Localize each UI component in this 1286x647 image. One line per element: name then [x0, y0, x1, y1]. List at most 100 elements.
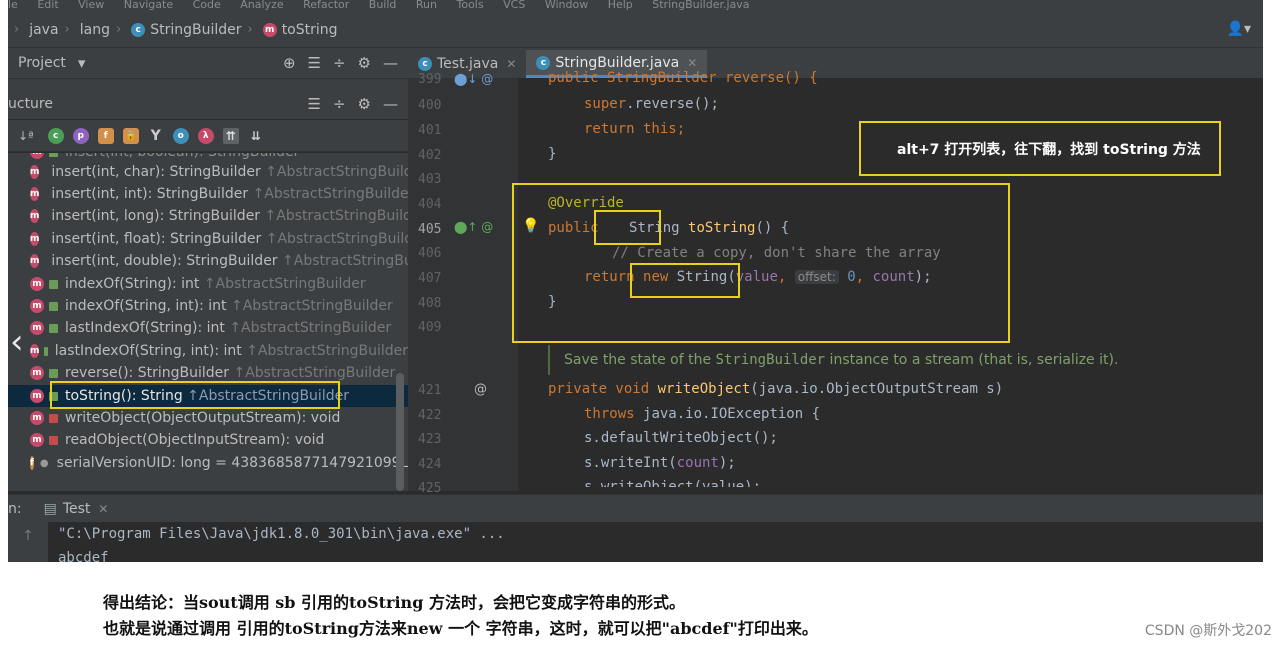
list-item[interactable]: m indexOf(String, int): int ↑AbstractStri… — [8, 295, 408, 317]
list-item[interactable]: m insert(int, float): StringBuilder ↑Abst… — [8, 228, 408, 250]
list-item[interactable]: m insert(int, long): StringBuilder ↑Abstr… — [8, 205, 408, 227]
minimize-icon[interactable]: — — [383, 54, 398, 72]
method-icon: m — [30, 321, 44, 335]
list-item-label: lastIndexOf(String): int — [65, 320, 225, 336]
menu-item[interactable]: Run — [416, 0, 437, 11]
watermark: CSDN @斯外戈202 — [1144, 623, 1272, 639]
public-icon — [49, 279, 58, 289]
class-icon: c — [131, 22, 146, 37]
code-text: (java.io.ObjectOutputStream s) — [750, 381, 1004, 397]
line-number: 408 — [418, 296, 442, 311]
menu-item[interactable]: Analyze — [240, 0, 283, 11]
breadcrumb-item-java[interactable]: java › — [29, 22, 70, 38]
panel-gap — [8, 79, 408, 89]
tab-run-test[interactable]: Test — [63, 501, 91, 517]
anonymous-classes-icon[interactable]: o — [172, 127, 189, 144]
override-gutter-icon[interactable]: ⬤↓ @ — [454, 72, 493, 86]
structure-panel-label: ucture — [8, 96, 53, 112]
minimize-icon[interactable]: — — [383, 95, 398, 113]
menu-item[interactable]: Window — [545, 0, 588, 11]
tostring-method-highlight — [512, 183, 1010, 343]
line-number: 400 — [418, 98, 442, 113]
breadcrumb-item-tostring[interactable]: m toString — [262, 21, 338, 38]
doc-text: StringBuilder — [715, 352, 826, 368]
list-item[interactable]: m lastIndexOf(String, int): int ↑Abstract… — [8, 340, 408, 362]
menu-item[interactable]: Refactor — [303, 0, 349, 11]
menu-item[interactable]: View — [78, 0, 104, 11]
public-icon — [49, 368, 58, 378]
chevron-right-icon: › — [247, 22, 253, 37]
expand-all-icon[interactable]: ☰ — [308, 95, 321, 113]
show-fields-icon[interactable]: f — [97, 127, 114, 144]
list-item-label: insert(int, int): StringBuilder — [51, 186, 249, 202]
run-console[interactable]: ↑ "C:\Program Files\Java\jdk1.8.0_301\bi… — [8, 522, 1263, 562]
chevron-left-icon[interactable]: ‹ — [10, 322, 24, 362]
public-icon — [49, 301, 58, 311]
menu-item[interactable]: Code — [193, 0, 221, 11]
list-item-label: readObject(ObjectInputStream): void — [65, 432, 325, 448]
project-panel-label[interactable]: Project — [18, 55, 66, 71]
line-number: 399 — [418, 72, 442, 87]
expand-all-icon[interactable]: ☰ — [308, 54, 321, 72]
list-item[interactable]: m insert(int, char): StringBuilder ↑Abstr… — [8, 161, 408, 183]
menu-item[interactable]: Navigate — [124, 0, 173, 11]
close-icon[interactable]: ✕ — [98, 502, 108, 516]
menu-item[interactable]: Edit — [37, 0, 58, 11]
gear-icon[interactable]: ⚙ — [358, 95, 371, 113]
lambdas-icon[interactable]: λ — [197, 127, 214, 144]
method-icon: m — [30, 366, 44, 380]
list-item[interactable]: m writeObject(ObjectOutputStream): void — [8, 407, 408, 429]
breadcrumb-item-stringbuilder[interactable]: c StringBuilder › — [131, 22, 253, 38]
line-number: 423 — [418, 432, 442, 447]
sort-alpha-icon[interactable]: ↓ª — [18, 129, 34, 143]
field-icon: f — [30, 456, 34, 470]
structure-panel-header: ucture ☰ ÷ ⚙ — — [8, 89, 408, 119]
line-number: 404 — [418, 197, 442, 212]
method-icon: m — [30, 411, 44, 425]
show-non-public-icon[interactable]: 🔒 — [122, 127, 139, 144]
menu-item[interactable]: le — [8, 0, 18, 11]
menu-item[interactable]: VCS — [503, 0, 525, 11]
line-number: 401 — [418, 123, 442, 138]
chevron-down-icon[interactable]: ▾ — [78, 54, 86, 72]
run-panel-prefix: n: — [8, 501, 22, 517]
ide-screenshot: le Edit View Navigate Code Analyze Refac… — [8, 0, 1263, 562]
close-icon[interactable]: ✕ — [506, 57, 516, 71]
private-lock-icon — [49, 413, 58, 423]
visibility-filter-icon[interactable]: c — [47, 127, 64, 144]
list-item-label: insert(int, float): StringBuilder — [51, 231, 262, 247]
inherited-from: ↑AbstractStringBuilder — [252, 186, 408, 202]
line-number: 406 — [418, 246, 442, 261]
list-item[interactable]: f ● serialVersionUID: long = 4383685877147… — [8, 452, 408, 474]
menu-item[interactable]: Build — [369, 0, 397, 11]
list-item[interactable]: m indexOf(String): int ↑AbstractStringBui… — [8, 273, 408, 295]
autoscroll-from-source-icon[interactable]: ⇊ — [248, 128, 264, 144]
menu-item[interactable]: Help — [608, 0, 633, 11]
tab-label: Test.java — [437, 56, 499, 72]
code-text: count — [676, 455, 719, 471]
menu-item[interactable]: Tools — [457, 0, 484, 11]
close-icon[interactable]: ✕ — [687, 56, 697, 70]
breadcrumb-label: StringBuilder — [150, 21, 242, 38]
list-item[interactable]: m insert(int, double): StringBuilder ↑Abs… — [8, 250, 408, 272]
show-properties-icon[interactable]: p — [72, 127, 89, 144]
list-item[interactable]: m lastIndexOf(String): int ↑AbstractStrin… — [8, 317, 408, 339]
overrides-gutter-icon[interactable]: ⬤↑ @ — [454, 220, 493, 234]
breadcrumb-item-lang[interactable]: lang › — [80, 22, 121, 38]
autoscroll-to-source-icon[interactable]: ⇈ — [222, 127, 239, 144]
gear-icon[interactable]: ⚙ — [358, 54, 371, 72]
rerun-icon[interactable]: ↑ — [8, 522, 48, 562]
line-number: 421 — [418, 383, 442, 398]
breadcrumb-label: toString — [281, 21, 338, 38]
list-item[interactable]: m readObject(ObjectInputStream): void — [8, 429, 408, 451]
collapse-all-icon[interactable]: ÷ — [333, 95, 346, 113]
menu-bar: le Edit View Navigate Code Analyze Refac… — [8, 0, 1263, 12]
list-item[interactable]: m insert(int, int): StringBuilder ↑Abstra… — [8, 183, 408, 205]
list-item-label: insert(int, char): StringBuilder — [51, 164, 261, 180]
tree-scrollbar[interactable] — [396, 373, 404, 491]
user-icon[interactable]: 👤▾ — [1227, 21, 1251, 37]
target-icon[interactable]: ⊕ — [283, 54, 296, 72]
show-inherited-icon[interactable]: Y — [148, 128, 164, 144]
rendered-javadoc: Save the state of the StringBuilder inst… — [548, 345, 1263, 375]
collapse-all-icon[interactable]: ÷ — [333, 54, 346, 72]
